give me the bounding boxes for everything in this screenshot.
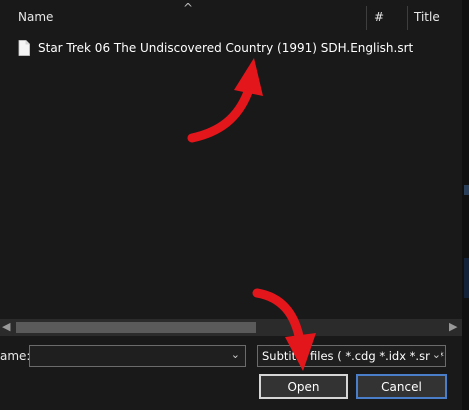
sort-ascending-icon: ^ (183, 1, 194, 15)
red-arrow-annotation-icon (187, 58, 263, 143)
column-divider[interactable] (366, 6, 367, 30)
column-header-bar: ^ Name # Title (0, 0, 469, 34)
horizontal-scrollbar[interactable]: ◀ ▶ (0, 319, 462, 336)
column-header-name[interactable]: Name (18, 10, 53, 24)
background-window-edge (462, 0, 469, 410)
column-header-title[interactable]: Title (414, 10, 440, 24)
file-name: Star Trek 06 The Undiscovered Country (1… (38, 41, 414, 55)
file-name-input[interactable]: ⌄ (29, 345, 246, 367)
file-type-select[interactable]: Subtitle files ( *.cdg *.idx *.srt *. ⌄ (257, 345, 446, 367)
column-divider[interactable] (407, 6, 408, 30)
column-header-number[interactable]: # (374, 10, 384, 24)
file-type-value: Subtitle files ( *.cdg *.idx *.srt *. (262, 349, 446, 363)
cancel-button[interactable]: Cancel (356, 374, 447, 399)
scroll-left-icon[interactable]: ◀ (2, 320, 10, 333)
scrollbar-thumb[interactable] (16, 322, 256, 333)
list-item[interactable]: Star Trek 06 The Undiscovered Country (1… (18, 38, 413, 58)
chevron-down-icon[interactable]: ⌄ (231, 348, 240, 361)
document-icon (18, 40, 30, 56)
file-name-label: ame: (0, 349, 31, 363)
scroll-right-icon[interactable]: ▶ (449, 320, 457, 333)
chevron-down-icon[interactable]: ⌄ (429, 348, 441, 361)
open-button[interactable]: Open (259, 374, 348, 399)
